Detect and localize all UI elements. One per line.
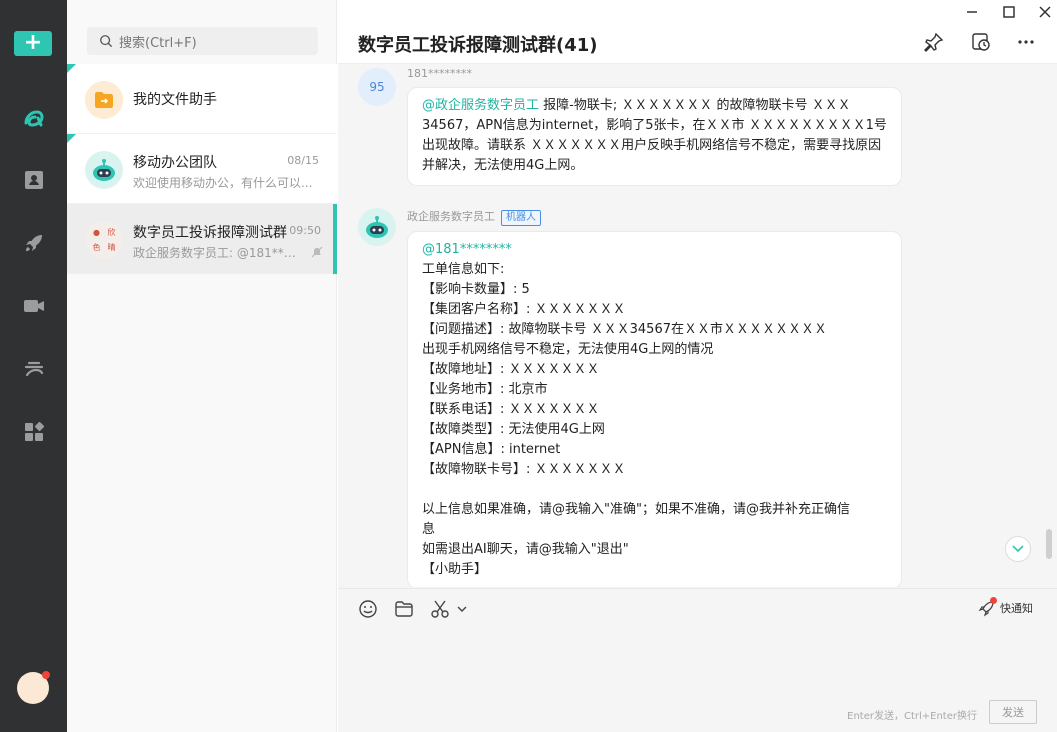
scrollbar-thumb[interactable]	[1046, 529, 1052, 559]
history-icon[interactable]	[970, 31, 992, 53]
conversation-name: 移动办公团队	[133, 155, 217, 171]
quick-notify-label: 快通知	[1000, 602, 1033, 615]
chevron-down-icon[interactable]	[456, 599, 468, 619]
robot-avatar	[85, 151, 123, 189]
conversation-item-mobile-office-team[interactable]: 移动办公团队 08/15 欢迎使用移动办公，有什么可以...	[67, 134, 337, 204]
close-icon[interactable]	[1037, 4, 1053, 20]
search-placeholder: 搜索(Ctrl+F)	[119, 35, 197, 51]
robot-icon	[93, 159, 115, 181]
message-line: 出现手机网络信号不稳定，无法使用4G上网的情况	[422, 342, 714, 357]
message-line: 【故障物联卡号】: ＸＸＸＸＸＸＸ	[422, 462, 626, 477]
send-button[interactable]: 发送	[989, 700, 1037, 724]
maximize-icon[interactable]	[1001, 4, 1017, 20]
group-avatar: ● 欣 色 晴	[85, 221, 123, 259]
bot-avatar	[358, 208, 396, 246]
message-bubble: @政企服务数字员工 报障-物联卡; ＸＸＸＸＸＸＸ 的故障物联卡号 ＸＸＸ345…	[407, 87, 902, 186]
pin-icon[interactable]	[923, 31, 945, 53]
mention-text[interactable]: @181********	[422, 240, 887, 260]
cloud-icon	[24, 361, 43, 377]
chat-logo-icon	[24, 110, 44, 127]
group-avatar-char: 色	[92, 243, 101, 252]
message-line: 【小助手】	[422, 562, 488, 577]
sender-name: 政企服务数字员工	[407, 210, 495, 223]
message-line: 【故障类型】: 无法使用4G上网	[422, 422, 605, 437]
message-line: 【业务地市】: 北京市	[422, 382, 548, 397]
workbench-nav-icon[interactable]	[0, 223, 67, 263]
message-line: 以上信息如果准确，请@我输入"准确"；如果不准确，请@我并补充正确信	[422, 502, 850, 517]
mention-text[interactable]: @政企服务数字员工	[422, 98, 539, 113]
message-line: 【问题描述】: 故障物联卡号 ＸＸＸ34567在ＸＸ市ＸＸＸＸＸＸＸＸ	[422, 322, 827, 337]
apps-nav-icon[interactable]	[0, 412, 67, 452]
message-line: 工单信息如下:	[422, 262, 505, 277]
more-icon[interactable]	[1015, 31, 1037, 53]
scissors-icon[interactable]	[430, 599, 450, 619]
conversation-time: 08/15	[287, 154, 319, 167]
video-camera-icon	[23, 300, 44, 312]
message-line: 息	[422, 522, 436, 537]
message-composer[interactable]: 快通知 Enter发送，Ctrl+Enter换行 发送	[338, 588, 1057, 732]
message-bubble: @181******** 工单信息如下: 【影响卡数量】: 5 【集团客户名称】…	[407, 231, 902, 587]
group-avatar-char: 晴	[107, 243, 116, 252]
conversation-list: 搜索(Ctrl+F) 我的文件助手 移动办公团队 08/15 欢迎使用移动办公，…	[67, 0, 337, 732]
left-rail: +	[0, 0, 67, 732]
group-avatar-person-1: ●	[93, 228, 100, 237]
message-line: 【故障地址】: ＸＸＸＸＸＸＸ	[422, 362, 600, 377]
contacts-nav-icon[interactable]	[0, 160, 67, 200]
search-icon	[100, 35, 112, 47]
apps-grid-icon	[24, 421, 44, 441]
conversation-item-file-assistant[interactable]: 我的文件助手	[67, 64, 337, 134]
emoji-icon[interactable]	[358, 599, 378, 619]
message-sender: 181********	[407, 67, 472, 80]
search-input[interactable]: 搜索(Ctrl+F)	[87, 27, 318, 55]
mute-icon	[311, 246, 323, 258]
add-button[interactable]: +	[14, 31, 52, 56]
folder-icon[interactable]	[394, 599, 414, 619]
message-area: 181******** 95 @政企服务数字员工 报障-物联卡; ＸＸＸＸＸＸＸ…	[338, 65, 1057, 587]
chat-title: 数字员工投诉报障测试群(41)	[358, 35, 598, 56]
conversation-time: 09:50	[289, 224, 321, 237]
group-avatar-char: 欣	[107, 228, 116, 237]
meeting-nav-icon[interactable]	[0, 286, 67, 326]
conversation-name: 我的文件助手	[133, 92, 217, 108]
message-line: 【影响卡数量】: 5	[422, 282, 530, 297]
pinned-marker	[67, 134, 76, 143]
notification-dot	[990, 597, 997, 604]
message-line: 【联系电话】: ＸＸＸＸＸＸＸ	[422, 402, 600, 417]
conversation-preview: 政企服务数字员工: @181****...	[133, 246, 299, 260]
robot-badge: 机器人	[501, 210, 541, 226]
chat-header: 数字员工投诉报障测试群(41)	[338, 0, 1057, 64]
message-line: 【集团客户名称】: ＸＸＸＸＸＸＸ	[422, 302, 626, 317]
sender-avatar: 95	[358, 68, 396, 106]
active-indicator	[333, 204, 337, 274]
scroll-to-bottom-button[interactable]	[1005, 536, 1031, 562]
message-line: 如需退出AI聊天，请@我输入"退出"	[422, 542, 629, 557]
chevron-down-icon	[1012, 545, 1024, 553]
message-sender: 政企服务数字员工 机器人	[407, 208, 541, 226]
notification-dot	[42, 671, 50, 679]
quick-notify-button[interactable]: 快通知	[978, 597, 1033, 617]
contacts-icon	[24, 171, 43, 189]
robot-icon	[366, 216, 388, 238]
pinned-marker	[67, 64, 76, 73]
cloud-nav-icon[interactable]	[0, 349, 67, 389]
chat-nav-icon[interactable]	[0, 98, 67, 138]
file-assistant-avatar	[85, 81, 123, 119]
minimize-icon[interactable]	[964, 4, 980, 20]
conversation-name: 数字员工投诉报障测试群	[133, 225, 287, 241]
conversation-item-test-group[interactable]: ● 欣 色 晴 数字员工投诉报障测试群 09:50 政企服务数字员工: @181…	[67, 204, 337, 274]
message-line: 【APN信息】: internet	[422, 442, 561, 457]
message-line	[422, 480, 887, 500]
folder-icon	[95, 92, 113, 108]
rocket-icon	[25, 235, 42, 251]
user-avatar[interactable]	[17, 671, 50, 704]
conversation-preview: 欢迎使用移动办公，有什么可以...	[133, 176, 313, 190]
send-hint: Enter发送，Ctrl+Enter换行	[847, 711, 977, 722]
chat-panel: 数字员工投诉报障测试群(41) 181******** 95 @政企服务数字员工…	[338, 0, 1057, 732]
